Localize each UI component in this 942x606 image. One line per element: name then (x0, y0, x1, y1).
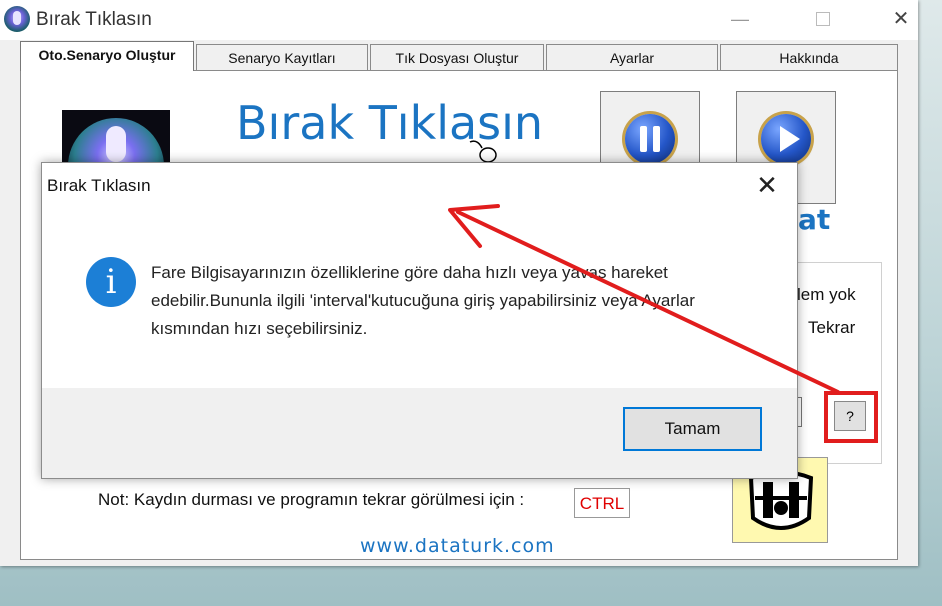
mouse-icon (106, 126, 126, 162)
maximize-button[interactable] (808, 6, 838, 32)
dialog-message: Fare Bilgisayarınızın özelliklerine göre… (151, 263, 695, 338)
mouse-doodle-icon (469, 140, 497, 163)
minimize-button[interactable]: — (725, 6, 755, 32)
dialog-close-button[interactable]: ✕ (745, 168, 789, 202)
app-logo (62, 110, 170, 170)
tab-ayarlar[interactable]: Ayarlar (546, 44, 718, 70)
play-icon (761, 114, 811, 164)
title-bar[interactable]: Bırak Tıklasın — ✕ (0, 0, 918, 40)
dialog-title: Bırak Tıklasın (47, 176, 151, 195)
stop-key-note: Not: Kaydın durması ve programın tekrar … (98, 490, 525, 509)
option-label-1: lem yok (797, 285, 856, 304)
info-glyph: i (105, 262, 117, 302)
maximize-icon (816, 12, 830, 26)
website-link[interactable]: www.dataturk.com (360, 535, 555, 557)
info-dialog: Bırak Tıklasın ✕ i Fare Bilgisayarınızın… (41, 162, 798, 479)
info-icon: i (86, 257, 136, 307)
play-label-fragment: at (798, 203, 831, 236)
tab-oto-senaryo[interactable]: Oto.Senaryo Oluştur (20, 41, 194, 71)
close-button[interactable]: ✕ (886, 6, 916, 32)
stop-key-field[interactable]: CTRL (574, 488, 630, 518)
tab-senaryo-kayitlari[interactable]: Senaryo Kayıtları (196, 44, 368, 70)
tab-tik-dosyasi[interactable]: Tık Dosyası Oluştur (370, 44, 544, 70)
tab-strip: Oto.Senaryo Oluştur Senaryo Kayıtları Tı… (20, 41, 898, 71)
window-title: Bırak Tıklasın (36, 9, 152, 30)
dialog-footer: Tamam (42, 388, 797, 478)
option-label-2: Tekrar (808, 318, 856, 337)
app-icon (4, 6, 30, 32)
tab-hakkinda[interactable]: Hakkında (720, 44, 898, 70)
annotation-highlight-box (824, 391, 878, 443)
ok-button[interactable]: Tamam (623, 407, 762, 451)
pause-icon (625, 114, 675, 164)
